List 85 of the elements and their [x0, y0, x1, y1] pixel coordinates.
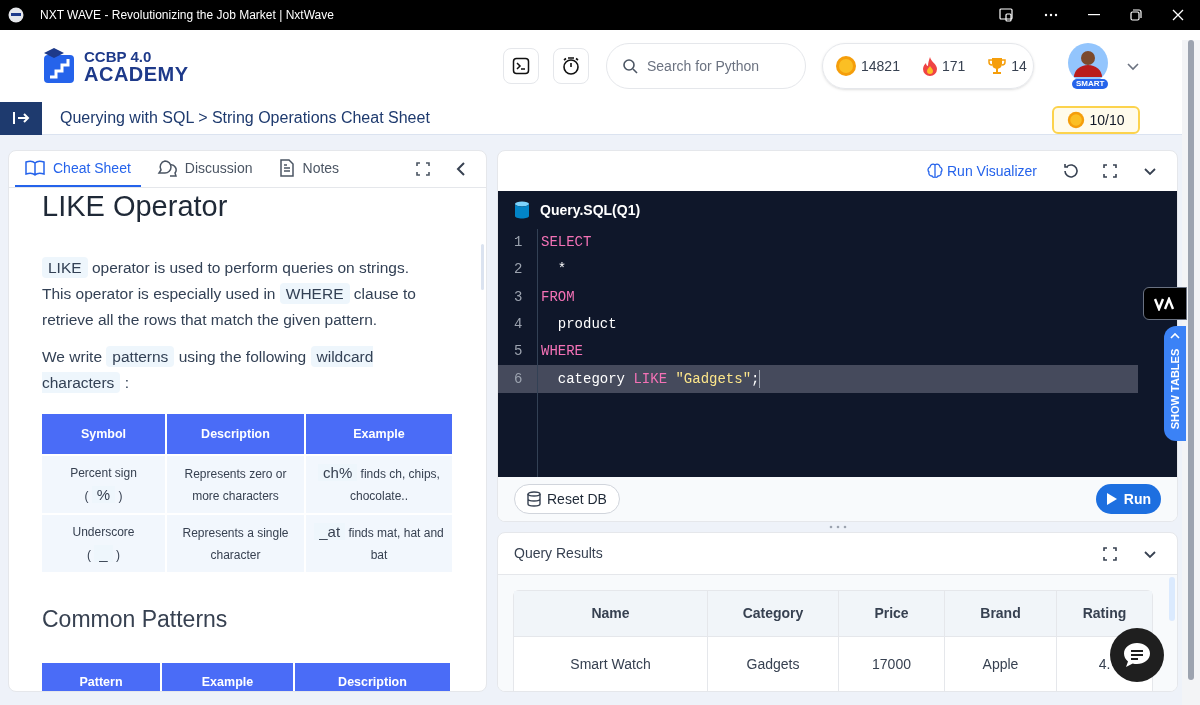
table-cell: 17000: [838, 637, 944, 691]
timer-icon: [561, 56, 581, 76]
tab[interactable]: Discussion: [146, 151, 263, 187]
table-cell: Underscore ( _ ): [42, 515, 165, 572]
column-header: Rating: [1056, 591, 1152, 637]
w-logo-icon: [1154, 296, 1176, 311]
reset-db-button[interactable]: Reset DB: [514, 484, 620, 514]
coin-icon: [1067, 111, 1086, 129]
database-icon: [514, 201, 530, 219]
trophy-icon: [987, 56, 1008, 76]
fullscreen-icon[interactable]: [416, 162, 430, 176]
xp-score: 10/10: [1089, 110, 1125, 130]
table-cell-text: Smart Watch: [569, 654, 652, 674]
column-header: Category: [707, 591, 838, 637]
table-cell: Percent sign ( % ): [42, 456, 165, 513]
fullscreen-icon[interactable]: [1103, 546, 1117, 561]
chat-bubbles-icon: [156, 159, 177, 177]
stat-value: 14821: [861, 56, 900, 76]
column-header: Symbol: [42, 414, 165, 454]
column-header: Example: [162, 662, 293, 691]
terminal-button[interactable]: [503, 48, 539, 84]
column-header: Description: [167, 414, 304, 454]
logo-text: ACADEMY: [84, 63, 189, 84]
sidebar-toggle-icon: [12, 111, 30, 125]
scrollbar-thumb: [481, 244, 484, 290]
code-line: 5 WHERE: [513, 342, 584, 362]
heading: LIKE Operator: [42, 189, 229, 223]
window-title: NXT WAVE - Revolutionizing the Job Market | NxtWave: [40, 7, 334, 24]
app-icon: [8, 7, 24, 23]
tab[interactable]: Cheat Sheet: [15, 151, 141, 187]
paragraph: We write patterns using the following wildcard characters :: [42, 345, 375, 395]
code-line: 1 SELECT: [513, 233, 593, 253]
run-button[interactable]: Run: [1095, 484, 1161, 514]
heading: Common Patterns: [42, 605, 229, 634]
table-cell: _at finds mat, hat and bat: [306, 515, 452, 572]
column-header: Price: [838, 591, 944, 637]
avatar-badge: SMART: [1072, 79, 1109, 89]
search-icon: [622, 58, 638, 74]
timer-button[interactable]: [553, 48, 589, 84]
book-icon: [25, 159, 45, 177]
file-name: Query.SQL(Q1): [540, 200, 641, 220]
code-line: 2 *: [513, 260, 568, 280]
tab[interactable]: Notes: [268, 151, 350, 187]
table-cell: Gadgets: [707, 637, 838, 691]
paragraph: LIKE operator is used to perform queries on strings. This operator is especially used in WHERE clause to retrieve all the rows that match the given pattern.: [42, 256, 417, 330]
column-header: Brand: [944, 591, 1056, 637]
sidebar-toggle-button[interactable]: [0, 101, 42, 135]
code-line: 3 FROM: [513, 287, 576, 307]
close-icon[interactable]: [1172, 9, 1184, 21]
flame-icon: [921, 56, 938, 76]
brain-icon: [927, 163, 943, 179]
scrollbar-thumb: [1169, 577, 1175, 621]
column-header: Description: [295, 662, 450, 691]
table-cell: Represents zero or more characters: [167, 456, 304, 513]
reset-icon[interactable]: [1063, 163, 1079, 179]
terminal-icon: [512, 57, 530, 75]
run-visualizer-button[interactable]: Run Visualizer: [927, 160, 1037, 182]
resize-handle-icon[interactable]: [828, 525, 847, 529]
more-icon[interactable]: [1044, 13, 1058, 17]
code-line: 4 product: [513, 315, 618, 335]
chat-icon: [1122, 641, 1152, 669]
panel-title: Query Results: [514, 544, 603, 563]
column-header: Name: [514, 591, 707, 637]
logo-text: CCBP 4.0: [84, 48, 153, 64]
breadcrumb: Querying with SQL > String Operations Cheat Sheet: [60, 108, 430, 128]
database-icon: [527, 491, 541, 507]
chevron-up-icon: [1170, 332, 1180, 340]
column-header: Pattern: [42, 662, 160, 691]
play-icon: [1105, 492, 1118, 506]
stat-value: 171: [941, 56, 966, 76]
floating-widget-button[interactable]: [1143, 287, 1187, 320]
table-cell: ch% finds ch, chips, chocolate..: [306, 456, 452, 513]
coin-icon: [835, 55, 857, 77]
table-cell: Represents a single character: [167, 515, 304, 572]
cast-icon[interactable]: [998, 7, 1014, 23]
minimize-icon[interactable]: [1088, 14, 1100, 16]
document-icon: [278, 159, 295, 177]
restore-icon[interactable]: [1130, 9, 1142, 21]
collapse-icon[interactable]: [456, 162, 466, 176]
show-tables-tab[interactable]: SHOW TABLES: [1164, 326, 1186, 441]
stat-value: 14: [1011, 56, 1027, 76]
column-header: Example: [306, 414, 452, 454]
table-cell: Apple: [944, 637, 1056, 691]
fullscreen-icon[interactable]: [1103, 164, 1117, 178]
search-field[interactable]: Search for Python: [606, 43, 806, 89]
